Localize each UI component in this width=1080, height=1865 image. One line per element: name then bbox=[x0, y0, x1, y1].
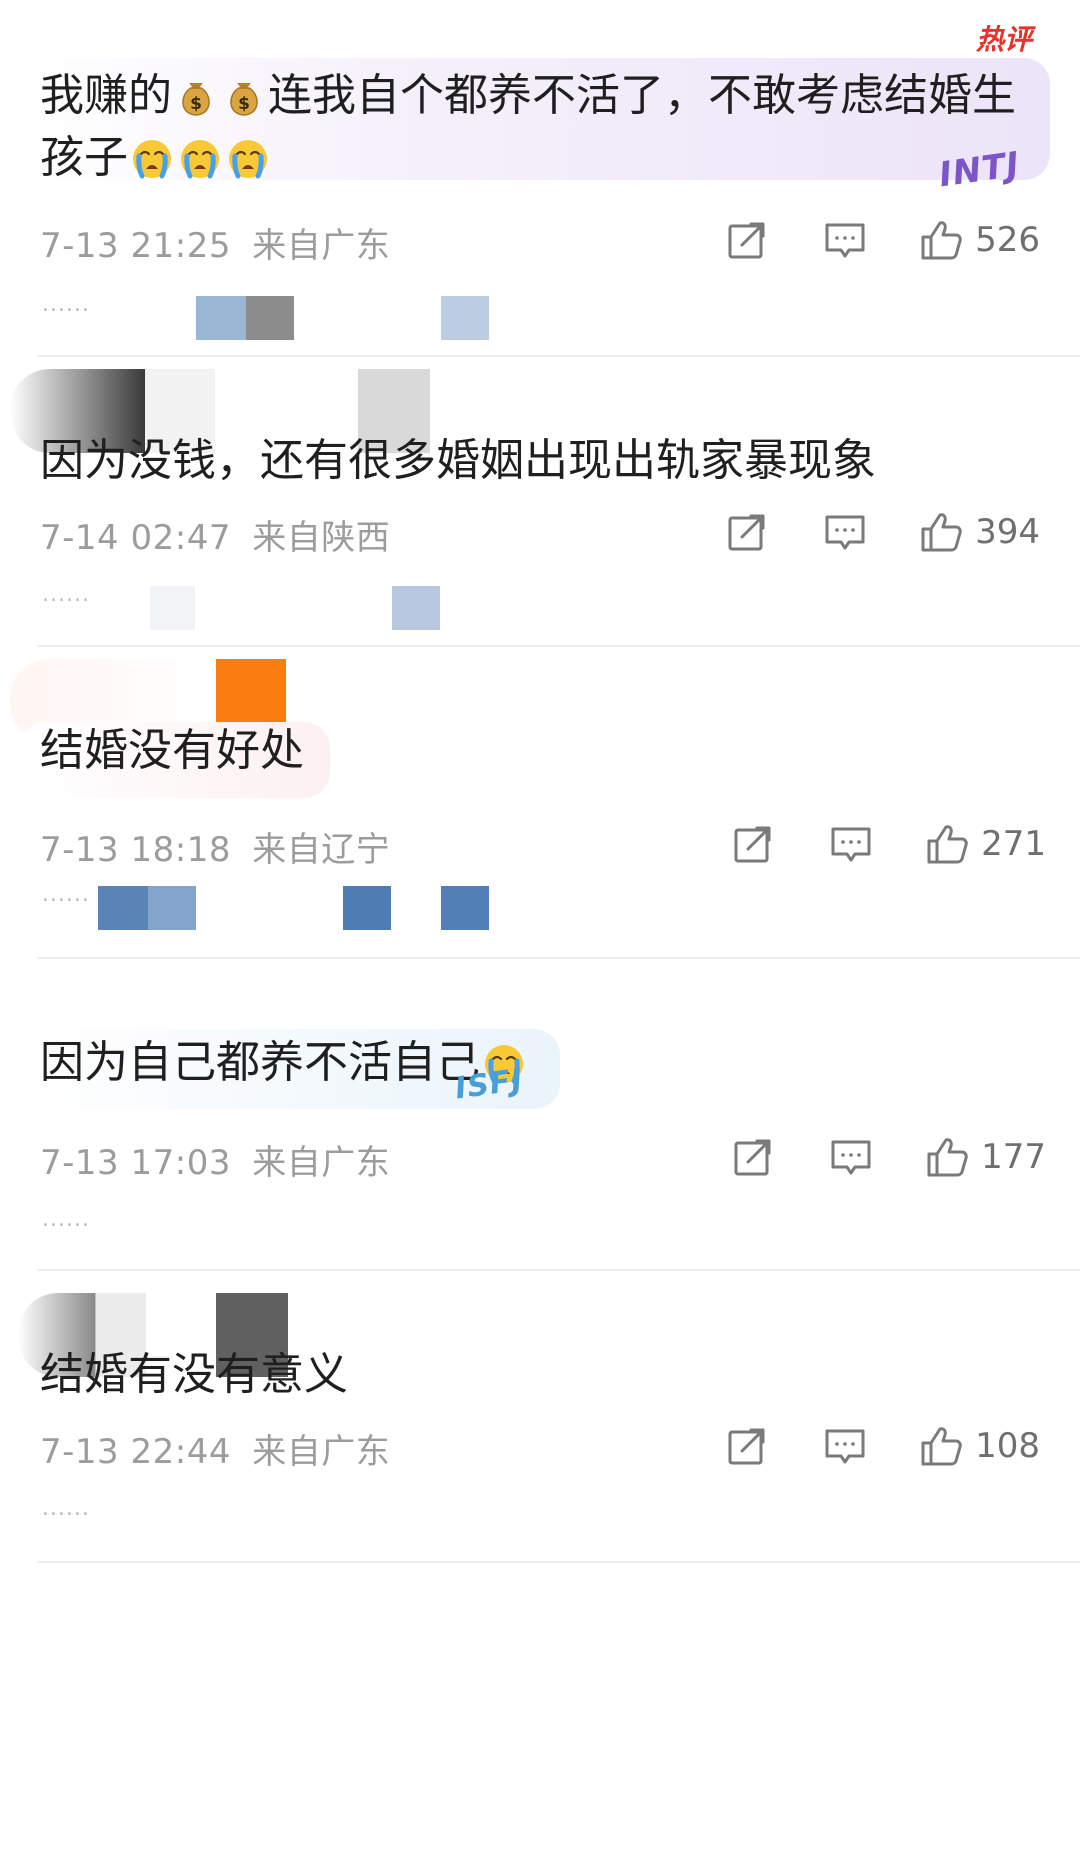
share-icon[interactable] bbox=[731, 822, 775, 866]
thumbs-up-icon[interactable] bbox=[925, 822, 969, 866]
comment-text: 因为自己都养不活自己 bbox=[40, 1032, 1020, 1094]
reply-icon[interactable] bbox=[829, 822, 873, 866]
thumbs-up-icon[interactable] bbox=[919, 218, 963, 262]
reply-dots: ...... bbox=[42, 1496, 90, 1521]
comment-actions: 271 bbox=[731, 822, 1046, 866]
comment-actions: 394 bbox=[725, 510, 1040, 554]
crying-face-icon bbox=[178, 136, 222, 180]
redacted-block bbox=[196, 296, 246, 340]
reply-preview[interactable]: ...... bbox=[0, 582, 1080, 642]
reply-dots: ...... bbox=[42, 882, 90, 907]
reply-preview[interactable]: ...... bbox=[0, 1496, 1080, 1556]
thumbs-up-icon[interactable] bbox=[919, 1424, 963, 1468]
reply-dots: ...... bbox=[42, 1207, 90, 1232]
thumbs-up-icon[interactable] bbox=[919, 510, 963, 554]
reply-icon[interactable] bbox=[823, 1424, 867, 1468]
thumbs-up-icon[interactable] bbox=[925, 1135, 969, 1179]
comment-text: 我赚的 连我自个都养不活了，不敢考虑结婚生 孩子 bbox=[40, 70, 1016, 183]
reply-dots: ...... bbox=[42, 582, 90, 607]
share-icon[interactable] bbox=[725, 218, 769, 262]
comment-actions: 177 bbox=[731, 1135, 1046, 1179]
comment-actions: 108 bbox=[725, 1424, 1040, 1468]
redacted-block bbox=[148, 886, 196, 930]
money-bag-icon bbox=[222, 74, 266, 118]
comment-time: 7-13 18:18 bbox=[40, 830, 231, 870]
like-count[interactable]: 394 bbox=[975, 512, 1040, 552]
comment-location: 来自辽宁 bbox=[252, 830, 391, 870]
comment-text: 结婚没有好处 bbox=[40, 725, 304, 776]
comment-meta: 7-13 18:18 来自辽宁 bbox=[40, 822, 390, 871]
like-count[interactable]: 271 bbox=[981, 824, 1046, 864]
comment-time: 7-13 22:44 bbox=[40, 1432, 231, 1472]
comment-text: 结婚有没有意义 bbox=[40, 1349, 348, 1400]
comment-time: 7-13 21:25 bbox=[40, 226, 231, 266]
hot-comment-badge: 热评 bbox=[975, 23, 1032, 56]
comment-divider bbox=[38, 1561, 1080, 1563]
comment-location: 来自广东 bbox=[252, 226, 391, 266]
comment-actions: 526 bbox=[725, 218, 1040, 262]
money-bag-icon bbox=[174, 74, 218, 118]
redacted-block bbox=[150, 586, 195, 630]
reply-preview[interactable]: ...... bbox=[0, 882, 1080, 942]
comment-location: 来自广东 bbox=[252, 1432, 391, 1472]
like-count[interactable]: 108 bbox=[975, 1426, 1040, 1466]
reply-preview[interactable]: ...... bbox=[0, 292, 1080, 352]
comment-location: 来自广东 bbox=[252, 1143, 391, 1183]
comment-item: 结婚没有好处 7-13 18:18 来自辽宁 271 ...... bbox=[0, 647, 1080, 957]
comment-item: 因为没钱，还有很多婚姻出现出轨家暴现象 7-14 02:47 来自陕西 394 … bbox=[0, 357, 1080, 645]
crying-face-icon bbox=[130, 136, 174, 180]
share-icon[interactable] bbox=[731, 1135, 775, 1179]
comment-meta: 7-13 21:25 来自广东 bbox=[40, 218, 390, 267]
reply-preview[interactable]: ...... bbox=[0, 1207, 1080, 1267]
comment-meta: 7-13 22:44 来自广东 bbox=[40, 1424, 390, 1473]
comment-time: 7-14 02:47 bbox=[40, 518, 231, 558]
like-count[interactable]: 177 bbox=[981, 1137, 1046, 1177]
comment-item: 因为自己都养不活自己 ISFJ 7-13 17:03 来自广东 177 ....… bbox=[0, 959, 1080, 1269]
comment-time: 7-13 17:03 bbox=[40, 1143, 231, 1183]
reply-icon[interactable] bbox=[823, 218, 867, 262]
redacted-block bbox=[246, 296, 294, 340]
comment-meta: 7-14 02:47 来自陕西 bbox=[40, 510, 390, 559]
redacted-block bbox=[98, 886, 148, 930]
like-count[interactable]: 526 bbox=[975, 220, 1040, 260]
comment-text: 因为没钱，还有很多婚姻出现出轨家暴现象 bbox=[40, 435, 876, 486]
comment-location: 来自陕西 bbox=[252, 518, 391, 558]
redacted-block bbox=[343, 886, 391, 930]
redacted-block bbox=[392, 586, 440, 630]
crying-face-icon bbox=[226, 136, 270, 180]
comment-item: 热评 我赚的 连我自个都养不活了，不敢考虑结婚生 孩子 INTJ 7-13 21:2… bbox=[0, 0, 1080, 355]
reply-dots: ...... bbox=[42, 292, 90, 317]
redacted-block bbox=[441, 886, 489, 930]
share-icon[interactable] bbox=[725, 1424, 769, 1468]
reply-icon[interactable] bbox=[823, 510, 867, 554]
comment-item: 结婚有没有意义 7-13 22:44 来自广东 108 ...... bbox=[0, 1271, 1080, 1561]
reply-icon[interactable] bbox=[829, 1135, 873, 1179]
redacted-block bbox=[441, 296, 489, 340]
share-icon[interactable] bbox=[725, 510, 769, 554]
comment-meta: 7-13 17:03 来自广东 bbox=[40, 1135, 390, 1184]
